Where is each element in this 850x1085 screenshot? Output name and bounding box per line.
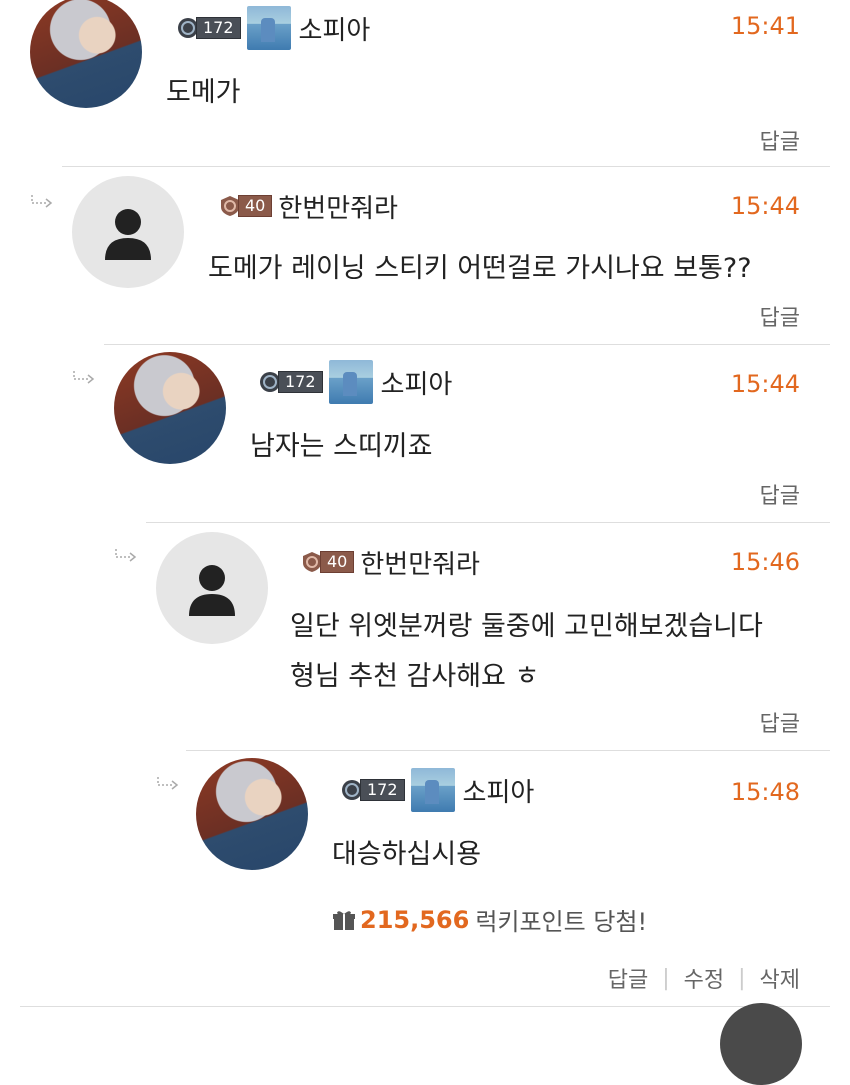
separator: | (662, 965, 670, 991)
comment-content: 도메가 (166, 68, 241, 118)
reply-arrow-icon (73, 371, 95, 384)
comment-content: 도메가 레이닝 스티키 어떤걸로 가시나요 보통?? (208, 244, 752, 294)
profile-thumbnail (410, 768, 455, 812)
lucky-point-notice: 215,566 럭키포인트 당첨! (332, 902, 647, 937)
lucky-points: 215,566 (360, 905, 470, 934)
level-number: 172 (278, 371, 323, 393)
comment-content: 남자는 스띠끼죠 (250, 422, 432, 472)
comment-time: 15:44 (730, 370, 800, 398)
user-avatar[interactable] (72, 176, 184, 288)
comment-content: 대승하십시용 (332, 830, 481, 880)
comment-time: 15:48 (730, 778, 800, 806)
user-avatar[interactable] (30, 0, 142, 108)
level-badge: 40 (218, 194, 273, 218)
comment-meta: 172 소피아 (258, 360, 453, 404)
user-avatar[interactable] (196, 758, 308, 870)
level-number: 172 (360, 779, 405, 801)
level-badge: 172 (258, 370, 323, 394)
comment-divider (20, 1006, 830, 1007)
comment-content: 일단 위엣분꺼랑 둘중에 고민해보겠습니다 형님 추천 감사해요 ㅎ (290, 602, 763, 702)
reply-arrow-icon (31, 195, 53, 208)
comment-item: 40 한번만줘라 15:46 일단 위엣분꺼랑 둘중에 고민해보겠습니다 형님 … (0, 522, 850, 750)
level-badge: 172 (340, 778, 405, 802)
comment-meta: 172 소피아 (340, 768, 535, 812)
comment-item: 40 한번만줘라 15:44 도메가 레이닝 스티키 어떤걸로 가시나요 보통?… (0, 166, 850, 344)
comment-line: 일단 위엣분꺼랑 둘중에 고민해보겠습니다 (290, 611, 763, 642)
comment-line: 대승하십시용 (332, 839, 482, 870)
user-avatar[interactable] (114, 352, 226, 464)
reply-arrow-icon (115, 549, 137, 562)
comment-time: 15:44 (730, 192, 800, 220)
gift-icon (333, 910, 355, 930)
nickname[interactable]: 소피아 (463, 772, 535, 809)
user-avatar[interactable] (156, 532, 268, 644)
default-user-icon (189, 565, 235, 616)
floating-action-button[interactable] (720, 1003, 802, 1085)
comment-line: 도메가 (166, 77, 241, 108)
reply-arrow-icon (157, 777, 179, 790)
comment-time: 15:41 (730, 12, 800, 40)
default-user-icon (105, 209, 151, 260)
profile-thumbnail (246, 6, 291, 50)
lucky-text: 럭키포인트 당첨! (475, 908, 648, 936)
comment-item: 172 소피아 15:44 남자는 스띠끼죠 답글 (0, 344, 850, 522)
comment-line: 남자는 스띠끼죠 (250, 431, 433, 462)
nickname[interactable]: 한번만줘라 (278, 188, 398, 225)
comment-meta: 40 한번만줘라 (300, 544, 480, 580)
comment-item: 172 소피아 15:48 대승하십시용 215,566 럭키포인트 당첨! 답… (0, 750, 850, 1006)
comment-meta: 172 소피아 (176, 6, 371, 50)
comment-actions: 답글 | 수정 | 삭제 (608, 962, 800, 994)
separator: | (738, 965, 746, 991)
level-badge: 172 (176, 16, 241, 40)
level-number: 172 (196, 17, 241, 39)
comment-meta: 40 한번만줘라 (218, 188, 398, 224)
comment-line: 형님 추천 감사해요 ㅎ (290, 661, 540, 692)
edit-button[interactable]: 수정 (684, 962, 724, 994)
level-number: 40 (238, 195, 273, 217)
reply-button[interactable]: 답글 (608, 962, 648, 994)
level-number: 40 (320, 551, 355, 573)
reply-button[interactable]: 답글 (760, 300, 800, 332)
reply-button[interactable]: 답글 (760, 706, 800, 738)
reply-button[interactable]: 답글 (760, 478, 800, 510)
comment-time: 15:46 (730, 548, 800, 576)
level-badge: 40 (300, 550, 355, 574)
comment-item: 172 소피아 15:41 도메가 답글 (0, 0, 850, 166)
nickname[interactable]: 한번만줘라 (360, 544, 480, 581)
reply-button[interactable]: 답글 (760, 124, 800, 156)
nickname[interactable]: 소피아 (381, 364, 453, 401)
profile-thumbnail (328, 360, 373, 404)
delete-button[interactable]: 삭제 (760, 962, 800, 994)
comment-line: 도메가 레이닝 스티키 어떤걸로 가시나요 보통?? (208, 253, 752, 284)
nickname[interactable]: 소피아 (299, 10, 371, 47)
